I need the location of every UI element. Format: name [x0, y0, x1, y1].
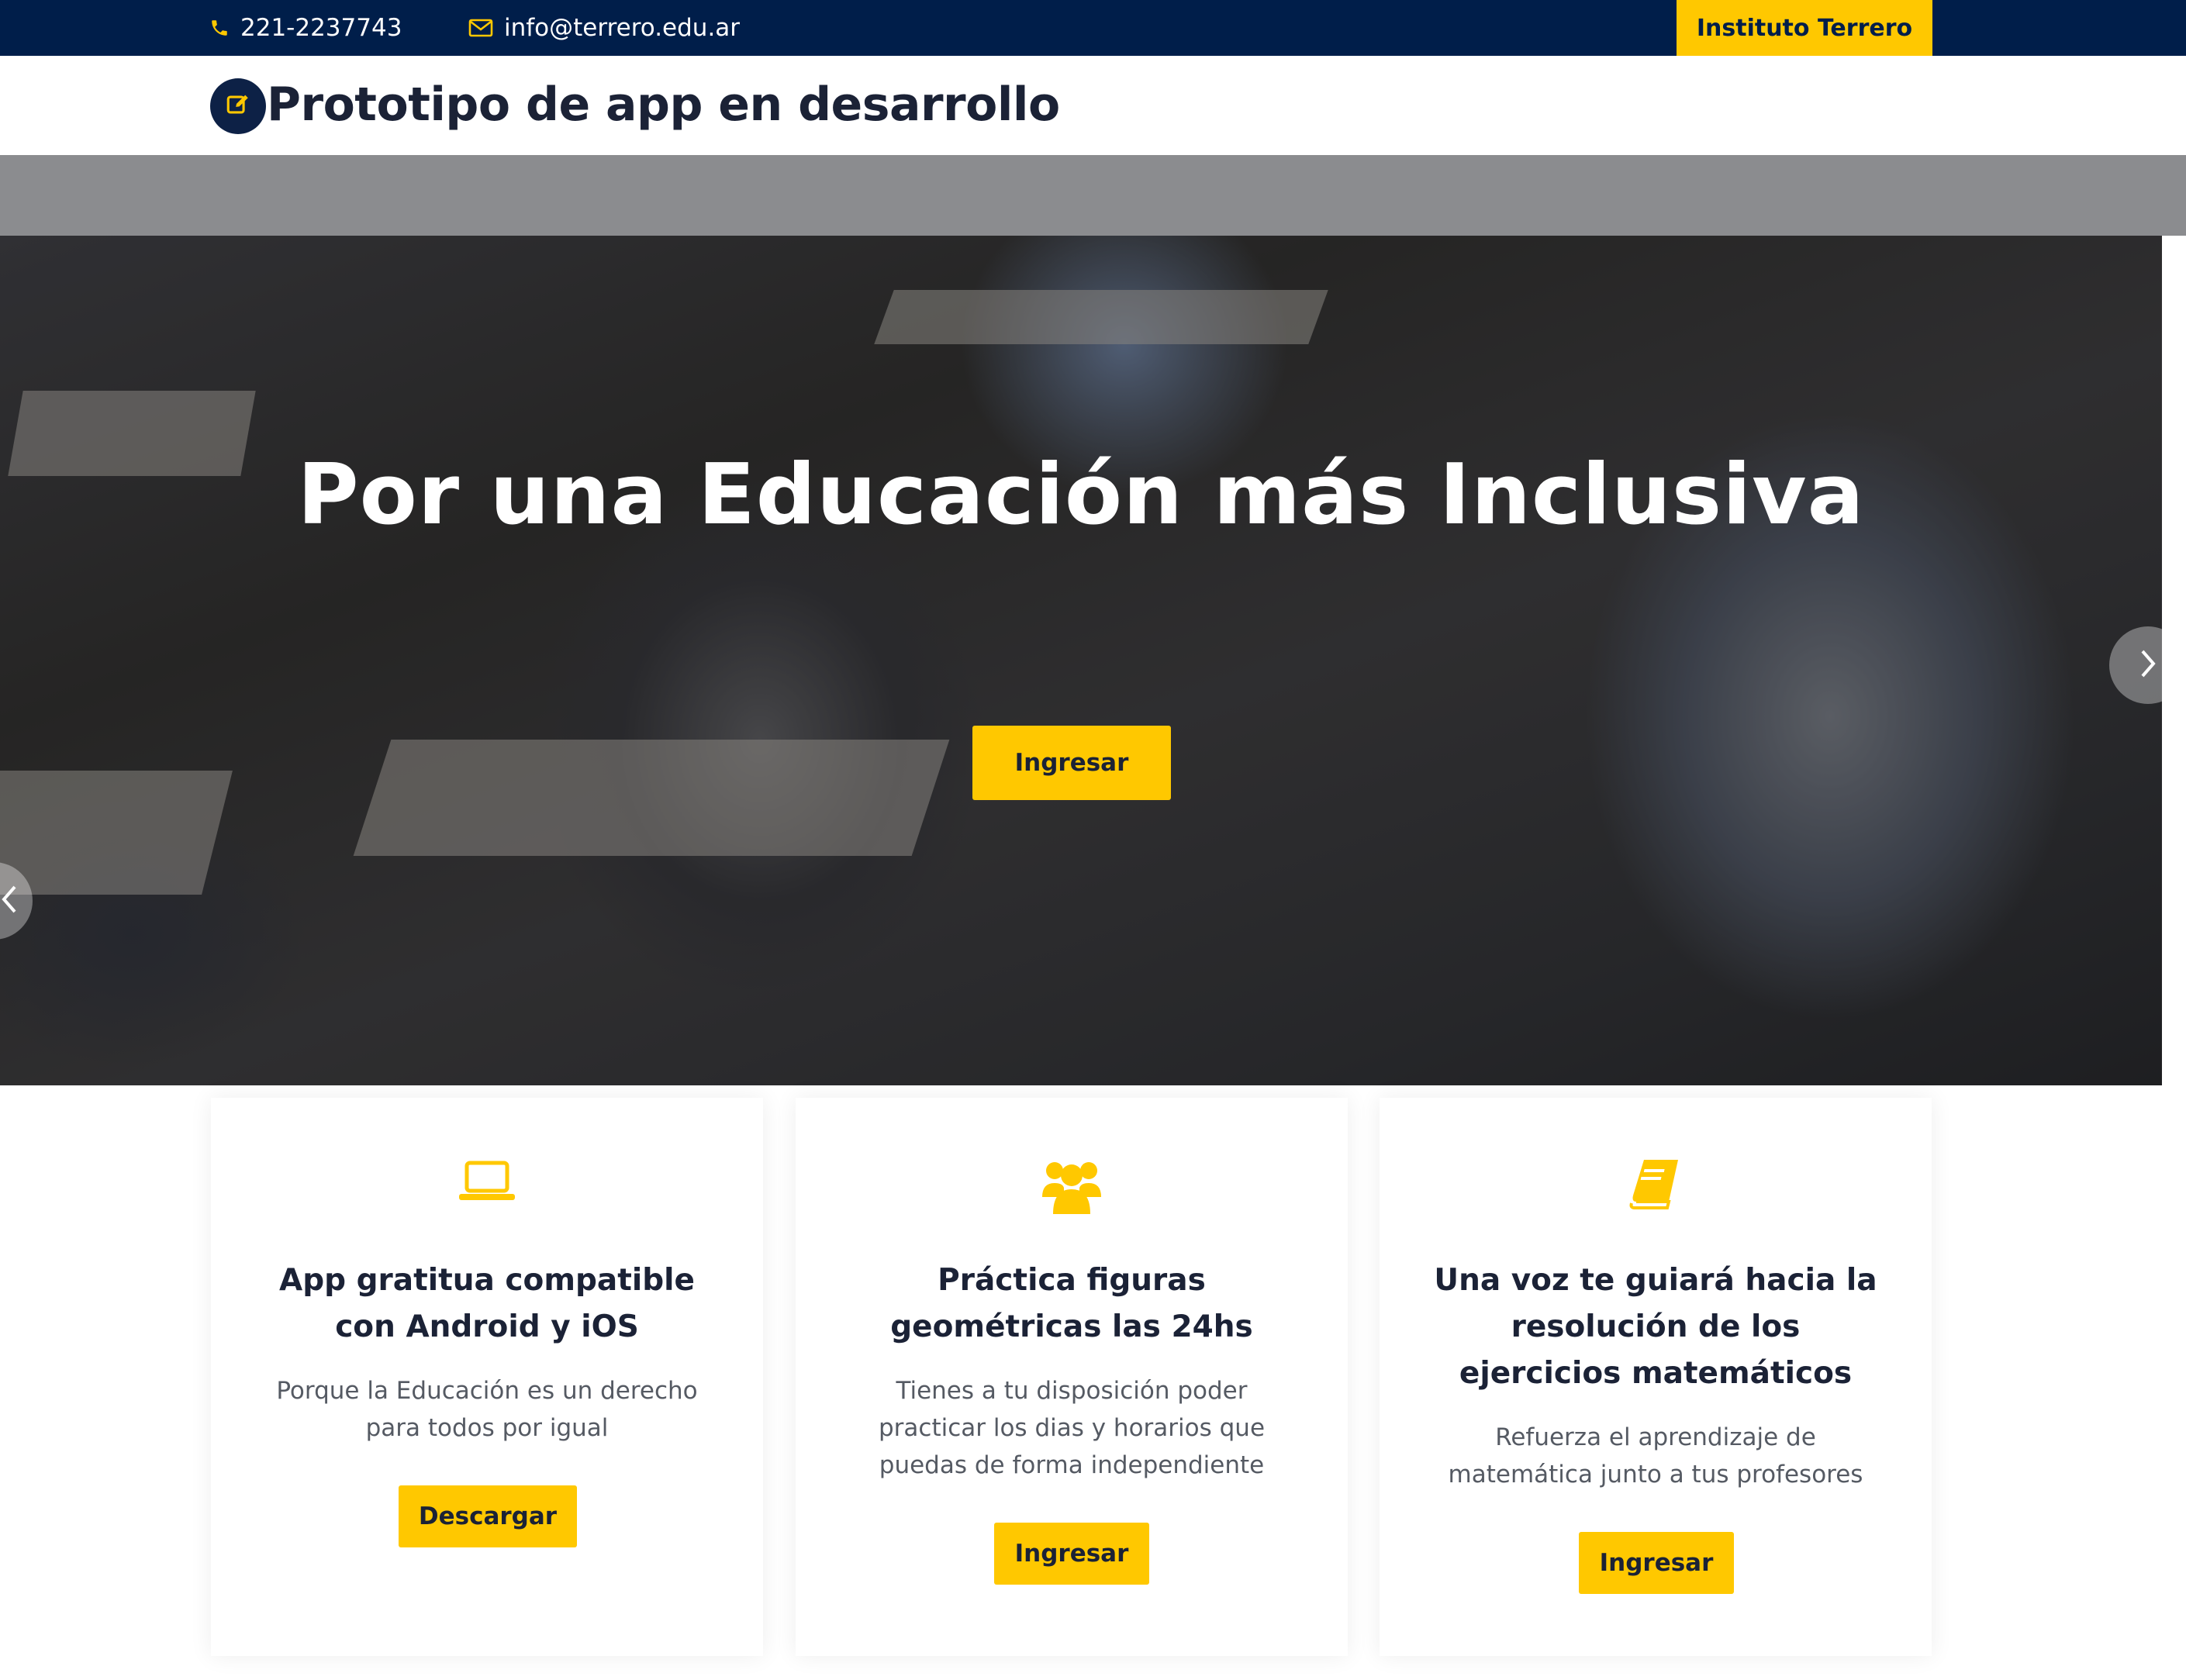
ingresar-button[interactable]: Ingresar: [1579, 1532, 1734, 1594]
site-header: Prototipo de app en desarrollo: [0, 56, 2186, 155]
feature-description: Tienes a tu disposición poder practicar …: [878, 1377, 1266, 1479]
feature-card-app: App gratitua compatible con Android y iO…: [211, 1098, 763, 1656]
hero-top-band: [0, 155, 2186, 236]
phone-number: 221-2237743: [240, 14, 402, 42]
site-title[interactable]: Prototipo de app en desarrollo: [267, 78, 1060, 132]
envelope-icon: [468, 18, 493, 38]
institute-button[interactable]: Instituto Terrero: [1677, 0, 1932, 56]
logo[interactable]: [210, 78, 266, 134]
laptop-icon: [211, 1157, 763, 1219]
feature-title: Una voz te guiará hacia la resolución de…: [1434, 1263, 1877, 1391]
hero-ingresar-button[interactable]: Ingresar: [972, 726, 1171, 800]
hero-carousel: Por una Educación más Inclusiva Ingresar: [0, 236, 2162, 1085]
edit-icon: [225, 91, 251, 121]
hero-overlay: [0, 236, 2162, 1085]
carousel-next-button[interactable]: [2109, 626, 2186, 704]
chevron-right-icon: [2139, 648, 2157, 682]
feature-description: Refuerza el aprendizaje de matemática ju…: [1448, 1423, 1863, 1489]
book-icon: [1380, 1157, 1932, 1219]
contact-phone[interactable]: 221-2237743: [209, 0, 402, 56]
feature-title: Práctica figuras geométricas las 24hs: [890, 1263, 1253, 1344]
feature-card-voice: Una voz te guiará hacia la resolución de…: [1380, 1098, 1932, 1656]
chevron-left-icon: [1, 884, 18, 918]
email-address: info@terrero.edu.ar: [504, 14, 741, 42]
ingresar-button[interactable]: Ingresar: [994, 1523, 1149, 1585]
download-button[interactable]: Descargar: [399, 1485, 577, 1547]
feature-card-practice: Práctica figuras geométricas las 24hs Ti…: [796, 1098, 1348, 1656]
hero-title: Por una Educación más Inclusiva: [297, 447, 1865, 543]
phone-icon: [209, 18, 230, 38]
feature-description: Porque la Educación es un derecho para t…: [276, 1377, 698, 1442]
users-icon: [796, 1157, 1348, 1219]
contact-email[interactable]: info@terrero.edu.ar: [468, 0, 740, 56]
top-bar: 221-2237743 info@terrero.edu.ar Institut…: [0, 0, 2186, 56]
feature-title: App gratitua compatible con Android y iO…: [279, 1263, 695, 1344]
